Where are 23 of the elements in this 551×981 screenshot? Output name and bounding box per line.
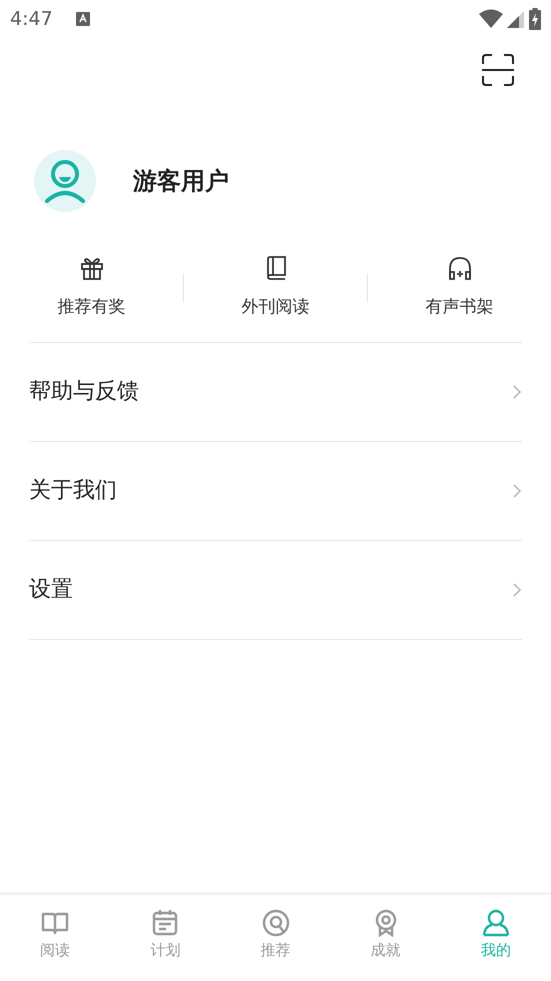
target-icon: [262, 909, 290, 937]
shortcut-button[interactable]: 推荐有奖: [0, 254, 183, 322]
chevron-right-icon: [512, 482, 522, 498]
avatar-icon: [34, 150, 96, 212]
shortcut-button[interactable]: 有声书架: [368, 254, 551, 322]
keyboard-icon: [74, 11, 91, 27]
status-time: 4:47: [10, 6, 53, 32]
shortcut-button[interactable]: 外刊阅读: [184, 254, 367, 322]
person-icon: [482, 909, 510, 937]
gift-icon: [78, 255, 104, 281]
scan-button[interactable]: [481, 53, 515, 87]
headphones-icon: [446, 255, 472, 281]
battery-charging-icon: [529, 8, 541, 30]
user-name: 游客用户: [133, 166, 229, 197]
calendar-icon: [151, 909, 180, 937]
menu-item[interactable]: 关于我们: [29, 442, 522, 540]
chevron-right-icon: [512, 582, 522, 598]
menu-item[interactable]: 设置: [29, 540, 522, 640]
scan-icon: [481, 53, 515, 87]
wifi-icon: [479, 9, 503, 29]
menu-item[interactable]: 帮助与反馈: [29, 342, 522, 442]
chevron-right-icon: [512, 384, 522, 400]
signal-icon: [507, 9, 525, 29]
